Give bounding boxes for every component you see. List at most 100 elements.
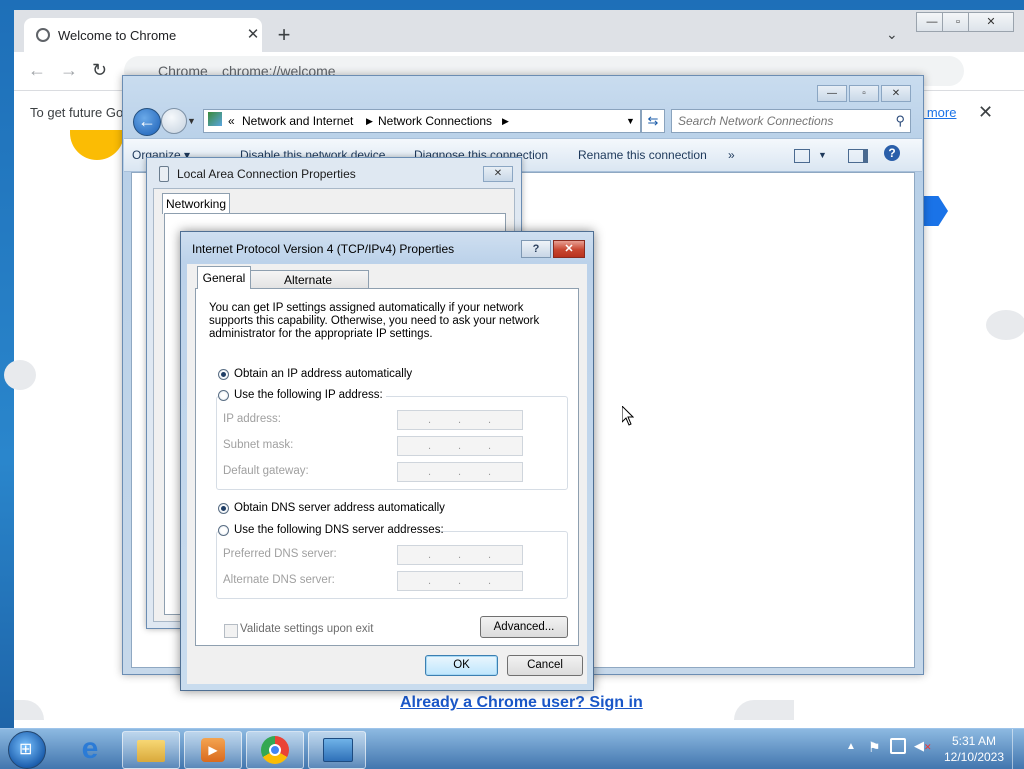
general-panel: You can get IP settings assigned automat… <box>195 288 579 646</box>
cancel-button[interactable]: Cancel <box>507 655 583 676</box>
taskbar: ⊞ e ▶ ▲ ⚑ ◀✕ 5:31 AM 12/10/2023 <box>0 728 1024 769</box>
tab-close-icon[interactable]: ✕ <box>244 26 262 44</box>
internet-explorer-icon: e <box>81 732 99 765</box>
close-button[interactable]: ✕ <box>483 166 513 182</box>
refresh-button[interactable]: ⇆ <box>641 109 665 133</box>
ip-manual-option[interactable]: Use the following IP address: <box>218 389 386 403</box>
dns-auto-label: Obtain DNS server address automatically <box>234 502 445 514</box>
ip-auto-label: Obtain an IP address automatically <box>234 368 413 380</box>
decorative-shape <box>70 130 124 160</box>
show-hidden-icons-icon[interactable]: ▲ <box>846 741 856 752</box>
ip-address-label: IP address: <box>223 413 281 425</box>
default-gateway-label: Default gateway: <box>223 465 309 477</box>
sign-in-link[interactable]: Already a Chrome user? Sign in <box>400 694 643 712</box>
taskbar-media-player[interactable]: ▶ <box>184 731 242 769</box>
dns-manual-label: Use the following DNS server addresses: <box>234 524 444 536</box>
infobar-close-icon[interactable]: ✕ <box>978 102 993 123</box>
chrome-tab[interactable]: Welcome to Chrome ✕ <box>24 18 262 52</box>
network-adapter-icon <box>159 166 169 182</box>
dialog-client-area: General Alternate Configuration You can … <box>187 264 587 684</box>
help-icon[interactable]: ? <box>884 145 900 161</box>
validate-label: Validate settings upon exit <box>240 623 374 635</box>
close-button[interactable]: ✕ <box>553 240 585 258</box>
minimize-button[interactable]: — <box>817 85 847 102</box>
chrome-icon <box>261 736 289 764</box>
search-box[interactable]: ⚲ <box>671 109 911 133</box>
mouse-cursor-icon <box>622 406 634 426</box>
breadcrumb-network-connections[interactable]: Network Connections <box>378 114 492 128</box>
decorative-shape <box>734 700 794 720</box>
taskbar-internet-explorer[interactable]: e <box>62 731 118 767</box>
volume-muted-icon[interactable]: ◀✕ <box>914 738 932 754</box>
help-button[interactable]: ? <box>521 240 551 258</box>
globe-icon <box>36 28 50 42</box>
back-arrow-icon[interactable]: ← <box>28 60 46 81</box>
action-center-flag-icon[interactable]: ⚑ <box>868 739 881 756</box>
dns-manual-option[interactable]: Use the following DNS server addresses: <box>218 524 444 538</box>
preview-pane-icon[interactable] <box>848 149 868 163</box>
ok-button[interactable]: OK <box>425 655 498 676</box>
search-input[interactable] <box>678 114 878 128</box>
forward-button[interactable] <box>161 108 187 134</box>
subnet-mask-field[interactable]: ... <box>397 436 523 456</box>
breadcrumb-network-and-internet[interactable]: Network and Internet <box>242 114 353 128</box>
dns-auto-radio[interactable] <box>218 503 229 514</box>
ip-manual-label: Use the following IP address: <box>234 389 383 401</box>
ipv4-properties-dialog: Internet Protocol Version 4 (TCP/IPv4) P… <box>180 231 594 691</box>
preferred-dns-field[interactable]: ... <box>397 545 523 565</box>
recent-pages-dropdown-icon[interactable]: ▼ <box>187 116 196 126</box>
taskbar-chrome[interactable] <box>246 731 304 769</box>
alternate-dns-label: Alternate DNS server: <box>223 574 335 586</box>
more-commands-button[interactable]: » <box>728 148 735 162</box>
forward-arrow-icon[interactable]: → <box>60 60 78 81</box>
close-button[interactable]: ✕ <box>968 12 1014 32</box>
view-options-icon[interactable] <box>794 149 810 163</box>
search-icon[interactable]: ⚲ <box>895 113 905 129</box>
ip-address-group: IP address: ... Subnet mask: ... Default… <box>216 396 568 490</box>
view-dropdown-icon[interactable]: ▼ <box>818 150 827 160</box>
decorative-shape <box>14 700 44 720</box>
advanced-button[interactable]: Advanced... <box>480 616 568 638</box>
infobar-text: To get future Go <box>30 105 124 120</box>
start-button[interactable]: ⊞ <box>8 731 46 769</box>
new-tab-button[interactable]: + <box>272 24 296 48</box>
dialog-title: Internet Protocol Version 4 (TCP/IPv4) P… <box>192 242 455 256</box>
breadcrumb-overflow[interactable]: « <box>228 114 235 128</box>
maximize-button[interactable]: ▫ <box>849 85 879 102</box>
windows-logo-icon: ⊞ <box>19 741 33 758</box>
decorative-shape <box>4 360 36 390</box>
show-desktop-button[interactable] <box>1012 729 1024 769</box>
chrome-tab-strip: Welcome to Chrome ✕ + ⌄ — ▫ ✕ <box>14 10 1024 52</box>
decorative-shape <box>986 310 1024 340</box>
media-player-icon: ▶ <box>201 738 225 762</box>
clock-time[interactable]: 5:31 AM <box>944 734 1004 748</box>
clock-date[interactable]: 12/10/2023 <box>940 750 1008 764</box>
chevron-down-icon[interactable]: ⌄ <box>886 26 898 43</box>
tab-general[interactable]: General <box>197 266 251 289</box>
network-status-icon[interactable] <box>890 738 906 754</box>
reload-icon[interactable]: ↻ <box>92 60 107 81</box>
default-gateway-field[interactable]: ... <box>397 462 523 482</box>
ip-address-field[interactable]: ... <box>397 410 523 430</box>
control-panel-icon <box>323 738 353 762</box>
dns-group: Preferred DNS server: ... Alternate DNS … <box>216 531 568 599</box>
validate-checkbox[interactable] <box>224 624 238 638</box>
tab-networking[interactable]: Networking <box>162 193 230 214</box>
rename-button[interactable]: Rename this connection <box>578 148 707 162</box>
taskbar-control-panel[interactable] <box>308 731 366 769</box>
dns-manual-radio[interactable] <box>218 525 229 536</box>
address-dropdown-icon[interactable]: ▼ <box>626 116 635 126</box>
ip-manual-radio[interactable] <box>218 390 229 401</box>
breadcrumb-separator-icon[interactable]: ▶ <box>366 116 373 127</box>
tab-alternate-configuration[interactable]: Alternate Configuration <box>247 270 369 305</box>
ip-auto-radio[interactable] <box>218 369 229 380</box>
back-button[interactable]: ← <box>133 108 161 136</box>
alternate-dns-field[interactable]: ... <box>397 571 523 591</box>
breadcrumb-separator-icon[interactable]: ▶ <box>502 116 509 127</box>
intro-text: You can get IP settings assigned automat… <box>209 302 540 340</box>
subnet-mask-label: Subnet mask: <box>223 439 294 451</box>
close-button[interactable]: ✕ <box>881 85 911 102</box>
address-bar[interactable]: « Network and Internet ▶ Network Connect… <box>203 109 641 133</box>
taskbar-file-explorer[interactable] <box>122 731 180 769</box>
tab-title: Welcome to Chrome <box>58 28 177 43</box>
